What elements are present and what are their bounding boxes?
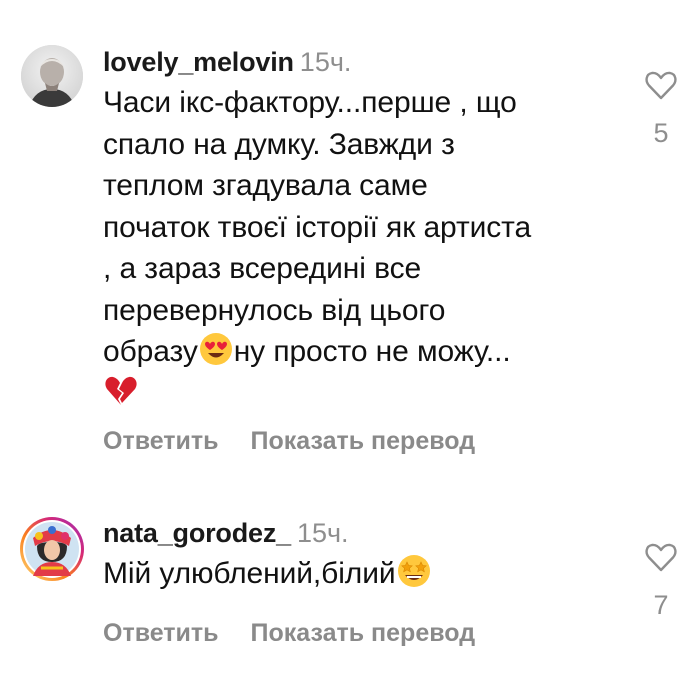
comment-actions: Ответить Показать перевод (103, 619, 507, 648)
timestamp: 15ч. (296, 518, 349, 548)
comment-text-segment: Мій улюблений,білий (103, 557, 396, 590)
comment-text-segment: ну просто не можу... (233, 335, 511, 368)
broken-heart-emoji (103, 373, 139, 409)
comment-text: Мій улюблений,білий (103, 553, 623, 595)
comment-actions: Ответить Показать перевод (103, 427, 507, 456)
username[interactable]: nata_gorodez_ (103, 518, 291, 548)
comment-line: Часи ікс-фактору...перше , що (103, 86, 517, 119)
comment-header: lovely_melovin 15ч. (103, 45, 623, 79)
like-count: 5 (653, 118, 669, 148)
comment-line: перевернулось від цього (103, 293, 446, 327)
show-translation-button[interactable]: Показать перевод (251, 427, 476, 455)
comment-line (103, 373, 623, 415)
heart-outline-icon[interactable] (640, 542, 682, 572)
star-struck-emoji (396, 553, 432, 589)
comment-line: Мій улюблений,білий (103, 553, 623, 595)
heart-outline-icon[interactable] (640, 70, 682, 100)
reply-button[interactable]: Ответить (103, 619, 219, 647)
like-count: 7 (653, 590, 669, 620)
comment-line: теплом згадувала саме (103, 169, 428, 202)
comment-line: спало на думку. Завжди з (103, 127, 455, 161)
reply-button[interactable]: Ответить (103, 427, 219, 455)
comment-header: nata_gorodez_ 15ч. (103, 516, 623, 550)
avatar[interactable] (19, 516, 85, 582)
comment-line: початок твоєї історії як артиста (103, 210, 532, 244)
timestamp: 15ч. (299, 47, 352, 77)
comment-line: образу ну просто не можу... (103, 331, 623, 373)
like-control: 7 (640, 542, 682, 621)
show-translation-button[interactable]: Показать перевод (251, 619, 476, 647)
comment-line: , а зараз всередині все (103, 252, 422, 285)
avatar[interactable] (21, 45, 83, 107)
comment-text: Часи ікс-фактору...перше , що спало на д… (103, 82, 623, 414)
comment-text-segment: образу (103, 335, 198, 368)
like-control: 5 (640, 70, 682, 149)
heart-eyes-emoji (198, 331, 234, 367)
username[interactable]: lovely_melovin (103, 47, 294, 77)
